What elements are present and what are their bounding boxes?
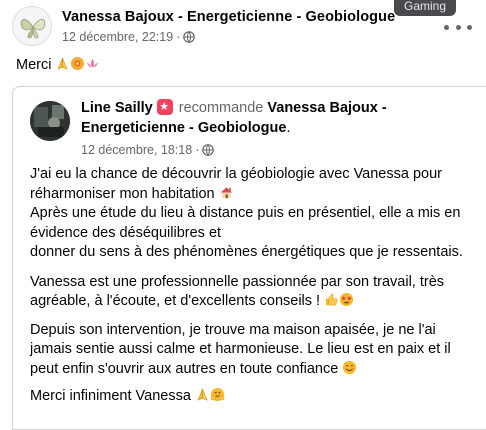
recommended-page-link-cont[interactable]: Energeticienne - Geobiologue	[81, 120, 286, 136]
review-paragraph: J'ai eu la chance de découvrir la géobio…	[30, 165, 470, 263]
review-text: J'ai eu la chance de découvrir la géobio…	[30, 165, 470, 415]
reviewer-avatar[interactable]	[30, 101, 70, 141]
globe-icon	[202, 144, 215, 156]
lotus-icon	[87, 58, 99, 68]
review-line: réharmoniser mon habitation	[30, 185, 215, 202]
dot-icon	[455, 24, 461, 30]
dot-icon	[467, 24, 472, 30]
review-line: Après une étude du lieu à distance puis …	[30, 205, 461, 221]
star-struck-icon	[340, 292, 354, 307]
review-paragraph: Vanessa est une professionnelle passionn…	[30, 273, 470, 312]
smiling-face-icon	[343, 360, 357, 374]
review-line: donner du sens à des phénomènes énergéti…	[30, 244, 463, 260]
folded-hands-icon	[57, 57, 69, 70]
meta-separator: ·	[176, 30, 181, 44]
review-line: Vanessa est une professionnelle passionn…	[30, 273, 445, 290]
more-options-button[interactable]	[444, 18, 472, 36]
review-line: J'ai eu la chance de découvrir la géobio…	[30, 166, 442, 182]
folded-hands-icon	[197, 388, 208, 401]
post-header: Vanessa Bajoux - Energeticienne - Geobio…	[12, 4, 474, 48]
recommendation-date[interactable]: 12 décembre, 18:18	[81, 143, 192, 157]
review-line: jamais sentie aussi calme et harmonieuse…	[30, 341, 451, 357]
page-avatar[interactable]	[12, 6, 52, 46]
review-line: Merci infiniment Vanessa	[30, 388, 191, 404]
recommendation-header-line2: Energeticienne - Geobiologue.	[81, 120, 290, 136]
review-line: évidence des déséquilibres et	[30, 224, 222, 241]
sun-flower-icon	[71, 56, 85, 71]
post-meta: 12 décembre, 22:19 ·	[62, 30, 196, 44]
page-name[interactable]: Vanessa Bajoux - Energeticienne - Geobio…	[62, 9, 395, 25]
reviewer-name[interactable]: Line Sailly	[81, 100, 153, 116]
hugging-face-icon	[210, 387, 225, 402]
period: .	[286, 120, 291, 136]
post-message: Merci	[16, 57, 52, 73]
recommended-page-link[interactable]: Vanessa Bajoux -	[267, 100, 386, 116]
post-date[interactable]: 12 décembre, 22:19	[62, 30, 173, 44]
review-paragraph: Merci infiniment Vanessa	[30, 387, 470, 407]
recommendation-header: Line Sailly recommande Vanessa Bajoux -	[81, 99, 387, 116]
thumbs-up-icon	[325, 293, 338, 306]
review-line: Depuis son intervention, je trouve ma ma…	[30, 321, 436, 338]
post-text: Merci	[16, 56, 100, 73]
globe-icon	[183, 31, 196, 43]
recommend-verb: recommande	[178, 100, 264, 116]
recommendation-meta: 12 décembre, 18:18 ·	[81, 143, 215, 157]
dot-icon	[444, 24, 449, 30]
recommendation-card: Line Sailly recommande Vanessa Bajoux - E…	[12, 86, 486, 430]
review-paragraph: Depuis son intervention, je trouve ma ma…	[30, 321, 470, 380]
review-line: peut enfin s'ouvrir aux autres en toute …	[30, 360, 339, 377]
review-line: agréable, à l'écoute, et d'excellents co…	[30, 293, 321, 309]
recommend-badge-icon	[156, 99, 173, 115]
meta-separator: ·	[195, 143, 200, 157]
house-icon	[220, 186, 232, 198]
profile-photo-icon	[30, 101, 70, 141]
butterfly-logo-icon	[20, 19, 46, 39]
